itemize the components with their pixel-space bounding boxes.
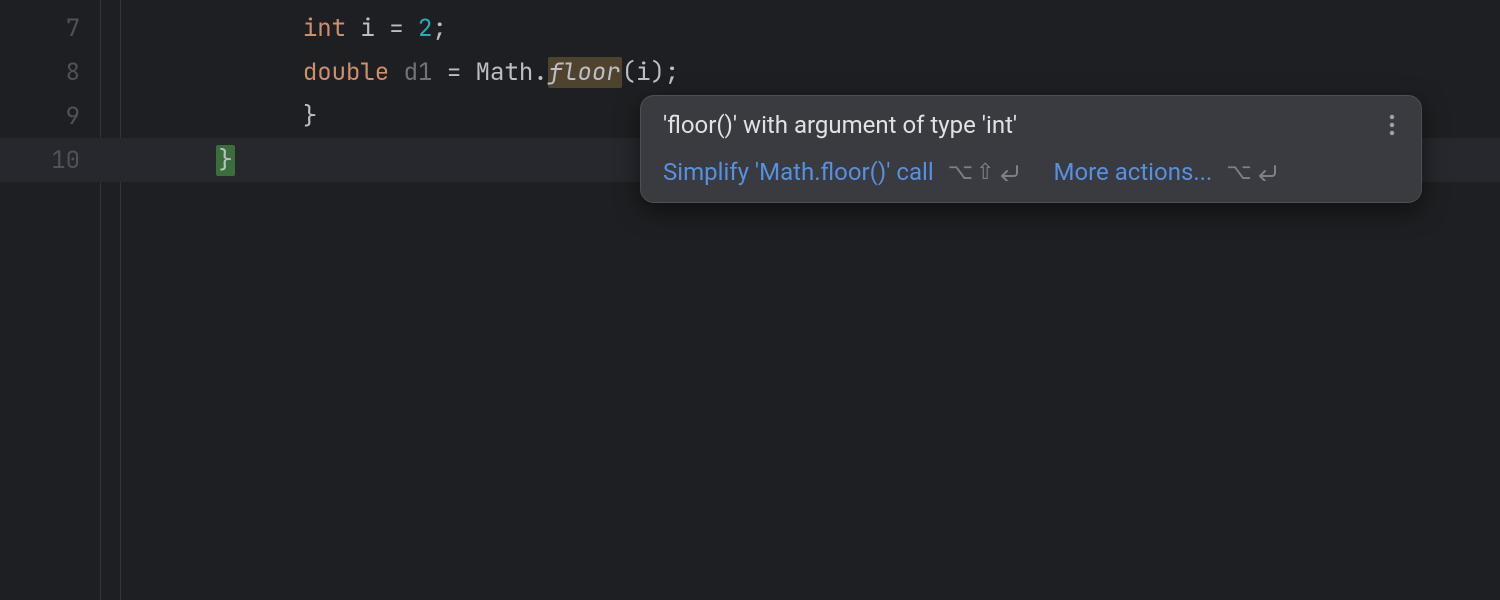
line-number: 8 bbox=[0, 57, 80, 88]
shortcut-hint: ⌥ bbox=[1226, 160, 1276, 185]
inspection-title: 'floor()' with argument of type 'int' bbox=[663, 111, 1017, 139]
code-line[interactable]: 8 double d1 = Math.floor(i); bbox=[0, 50, 1500, 94]
line-number: 10 bbox=[0, 145, 80, 176]
code-content[interactable]: int i = 2; bbox=[130, 13, 447, 44]
action-label: More actions... bbox=[1053, 158, 1212, 186]
action-label: Simplify 'Math.floor()' call bbox=[663, 158, 934, 186]
more-options-icon[interactable] bbox=[1385, 110, 1399, 140]
line-number: 9 bbox=[0, 101, 80, 132]
code-line[interactable]: 7 int i = 2; bbox=[0, 6, 1500, 50]
simplify-action[interactable]: Simplify 'Math.floor()' call ⌥⇧ bbox=[663, 158, 1019, 186]
code-content[interactable]: double d1 = Math.floor(i); bbox=[130, 57, 679, 88]
code-editor[interactable]: 7 int i = 2;8 double d1 = Math.floor(i);… bbox=[0, 0, 1500, 600]
line-number: 7 bbox=[0, 13, 80, 44]
code-content[interactable]: } bbox=[130, 101, 317, 132]
code-content[interactable]: } bbox=[130, 145, 235, 176]
more-actions[interactable]: More actions... ⌥ bbox=[1053, 158, 1276, 186]
inspection-tooltip: 'floor()' with argument of type 'int' Si… bbox=[640, 95, 1422, 203]
shortcut-hint: ⌥⇧ bbox=[948, 160, 1020, 185]
